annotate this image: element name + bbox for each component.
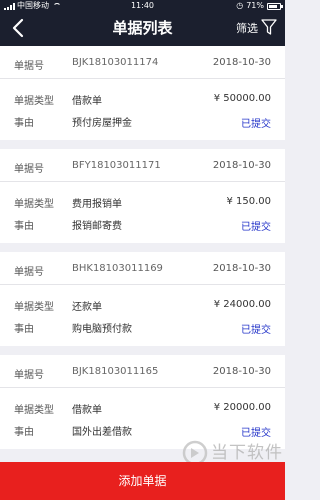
- record-id: BJK18103011174: [72, 57, 159, 68]
- reason-label: 事由: [14, 118, 34, 129]
- record-reason: 购电脑预付款: [72, 324, 132, 335]
- record-reason: 国外出差借款: [72, 427, 132, 438]
- record-type: 费用报销单: [72, 199, 122, 210]
- reason-label: 事由: [14, 427, 34, 438]
- status-bar: 中国移动 11:40 ◷ 71%: [0, 0, 285, 12]
- record-amount: ¥ 20000.00: [213, 402, 271, 413]
- record-card[interactable]: 单据号 BJK18103011165 2018-10-30 单据类型 借款单 ¥…: [0, 355, 285, 449]
- id-label: 单据号: [14, 61, 44, 72]
- record-amount: ¥ 24000.00: [213, 299, 271, 310]
- funnel-icon: [261, 19, 277, 35]
- reason-label: 事由: [14, 221, 34, 232]
- record-type: 还款单: [72, 302, 102, 313]
- filter-label: 筛选: [236, 21, 258, 35]
- record-amount: ¥ 50000.00: [213, 93, 271, 104]
- add-record-button[interactable]: 添加单据: [0, 462, 285, 500]
- chevron-left-icon: [12, 18, 24, 38]
- back-button[interactable]: [6, 15, 34, 43]
- record-id-row: 单据号 BJK18103011165 2018-10-30: [0, 355, 285, 388]
- record-reason: 报销邮寄费: [72, 221, 122, 232]
- status-badge: 已提交: [241, 325, 271, 336]
- id-label: 单据号: [14, 267, 44, 278]
- record-id: BJK18103011165: [72, 366, 159, 377]
- filter-button[interactable]: 筛选: [236, 19, 277, 36]
- id-label: 单据号: [14, 370, 44, 381]
- record-card[interactable]: 单据号 BJK18103011174 2018-10-30 单据类型 借款单 ¥…: [0, 46, 285, 140]
- record-date: 2018-10-30: [212, 366, 271, 377]
- record-id-row: 单据号 BFY18103011171 2018-10-30: [0, 149, 285, 182]
- record-date: 2018-10-30: [212, 160, 271, 171]
- status-badge: 已提交: [241, 222, 271, 233]
- record-type: 借款单: [72, 405, 102, 416]
- record-id: BFY18103011171: [72, 160, 161, 171]
- reason-label: 事由: [14, 324, 34, 335]
- status-badge: 已提交: [241, 428, 271, 439]
- record-reason: 预付房屋押金: [72, 118, 132, 129]
- record-id: BHK18103011169: [72, 263, 163, 274]
- record-card[interactable]: 单据号 BHK18103011169 2018-10-30 单据类型 还款单 ¥…: [0, 252, 285, 346]
- record-amount: ¥ 150.00: [226, 196, 271, 207]
- type-label: 单据类型: [14, 302, 54, 313]
- record-card[interactable]: 单据号 BFY18103011171 2018-10-30 单据类型 费用报销单…: [0, 149, 285, 243]
- record-id-row: 单据号 BHK18103011169 2018-10-30: [0, 252, 285, 285]
- alarm-icon: ◷: [236, 1, 244, 10]
- record-id-row: 单据号 BJK18103011174 2018-10-30: [0, 46, 285, 79]
- type-label: 单据类型: [14, 199, 54, 210]
- id-label: 单据号: [14, 164, 44, 175]
- battery-percent: 71%: [246, 1, 264, 10]
- nav-bar: 中国移动 11:40 ◷ 71% 单据列表 筛选: [0, 0, 285, 46]
- status-badge: 已提交: [241, 119, 271, 130]
- battery-icon: [267, 2, 283, 10]
- record-date: 2018-10-30: [212, 57, 271, 68]
- record-date: 2018-10-30: [212, 263, 271, 274]
- record-type: 借款单: [72, 96, 102, 107]
- type-label: 单据类型: [14, 96, 54, 107]
- type-label: 单据类型: [14, 405, 54, 416]
